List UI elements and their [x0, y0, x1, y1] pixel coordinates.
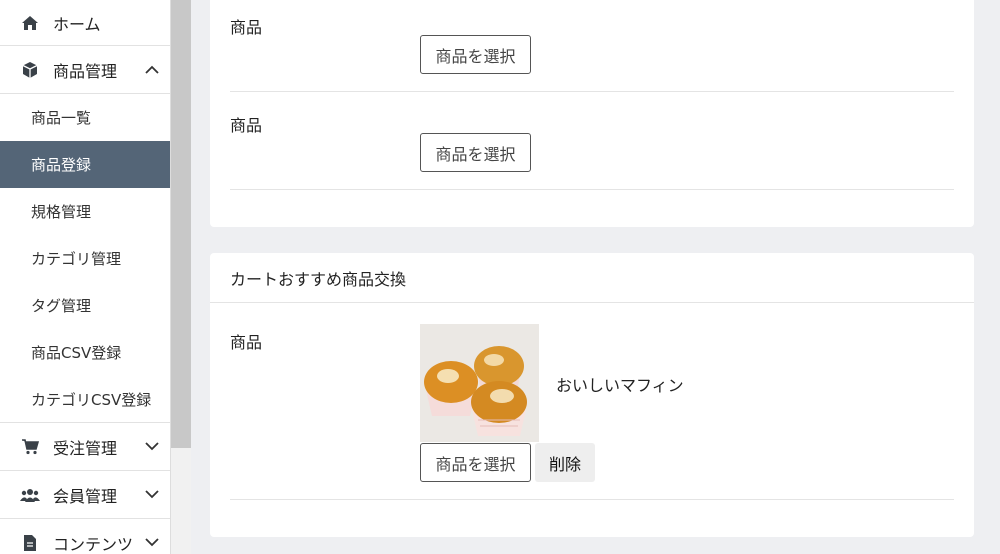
product-thumbnail — [420, 324, 539, 442]
product-row: 商品 商品を選択 — [230, 92, 954, 190]
select-product-button[interactable]: 商品を選択 — [420, 35, 531, 74]
chevron-down-icon — [134, 538, 170, 547]
row-label: 商品 — [230, 18, 263, 37]
nav-orders[interactable]: 受注管理 — [0, 423, 170, 471]
cart-icon — [20, 437, 40, 457]
home-icon — [20, 13, 40, 33]
sidebar-item-category-csv[interactable]: カテゴリCSV登録 — [0, 376, 170, 423]
product-row: 商品 商品を選択 — [230, 0, 954, 92]
nav-home[interactable]: ホーム — [0, 0, 170, 46]
sidebar-item-spec-management[interactable]: 規格管理 — [0, 188, 170, 235]
nav-members-label: 会員管理 — [53, 486, 118, 506]
nav-contents[interactable]: コンテンツ — [0, 519, 170, 554]
users-icon — [20, 485, 40, 505]
sidebar-item-label: 商品一覧 — [31, 109, 92, 127]
nav-orders-label: 受注管理 — [53, 438, 118, 458]
sidebar-item-label: 商品登録 — [31, 156, 92, 174]
section-title: カートおすすめ商品交換 — [210, 253, 974, 303]
sidebar: ホーム 商品管理 商品一覧 商品登録 規格管理 カテゴリ管理 タグ管理 商品CS… — [0, 0, 171, 554]
select-product-button[interactable]: 商品を選択 — [420, 133, 531, 172]
product-card-top: 商品 商品を選択 商品 商品を選択 — [210, 0, 974, 227]
sidebar-item-product-register[interactable]: 商品登録 — [0, 141, 170, 188]
nav-contents-label: コンテンツ — [53, 534, 134, 554]
select-product-button[interactable]: 商品を選択 — [420, 443, 531, 482]
sidebar-item-tag-management[interactable]: タグ管理 — [0, 282, 170, 329]
file-icon — [20, 533, 40, 553]
scrollbar-thumb[interactable] — [171, 0, 191, 448]
product-name: おいしいマフィン — [556, 376, 684, 395]
sidebar-item-category-management[interactable]: カテゴリ管理 — [0, 235, 170, 282]
sidebar-item-label: 商品CSV登録 — [31, 344, 122, 362]
row-label: 商品 — [230, 116, 263, 135]
cart-recommend-card: カートおすすめ商品交換 商品 おいしいマフィン 商品を選択 削除 — [210, 253, 974, 537]
sidebar-item-product-csv[interactable]: 商品CSV登録 — [0, 329, 170, 376]
nav-product-management[interactable]: 商品管理 — [0, 46, 170, 94]
delete-button[interactable]: 削除 — [535, 443, 595, 482]
sidebar-item-label: 規格管理 — [31, 203, 92, 221]
sidebar-scrollbar[interactable] — [171, 0, 191, 554]
sidebar-item-label: タグ管理 — [31, 297, 92, 315]
sidebar-item-label: カテゴリ管理 — [31, 250, 122, 268]
nav-members[interactable]: 会員管理 — [0, 471, 170, 519]
chevron-up-icon — [134, 65, 170, 74]
chevron-down-icon — [134, 442, 170, 451]
sidebar-item-product-list[interactable]: 商品一覧 — [0, 94, 170, 141]
nav-home-label: ホーム — [53, 14, 101, 34]
nav-product-management-label: 商品管理 — [53, 61, 118, 81]
box-icon — [20, 60, 40, 80]
sidebar-item-label: カテゴリCSV登録 — [31, 390, 152, 409]
row-label: 商品 — [230, 333, 263, 352]
product-row: 商品 おいしいマフィン 商品を選択 削除 — [230, 303, 954, 500]
chevron-down-icon — [134, 490, 170, 499]
